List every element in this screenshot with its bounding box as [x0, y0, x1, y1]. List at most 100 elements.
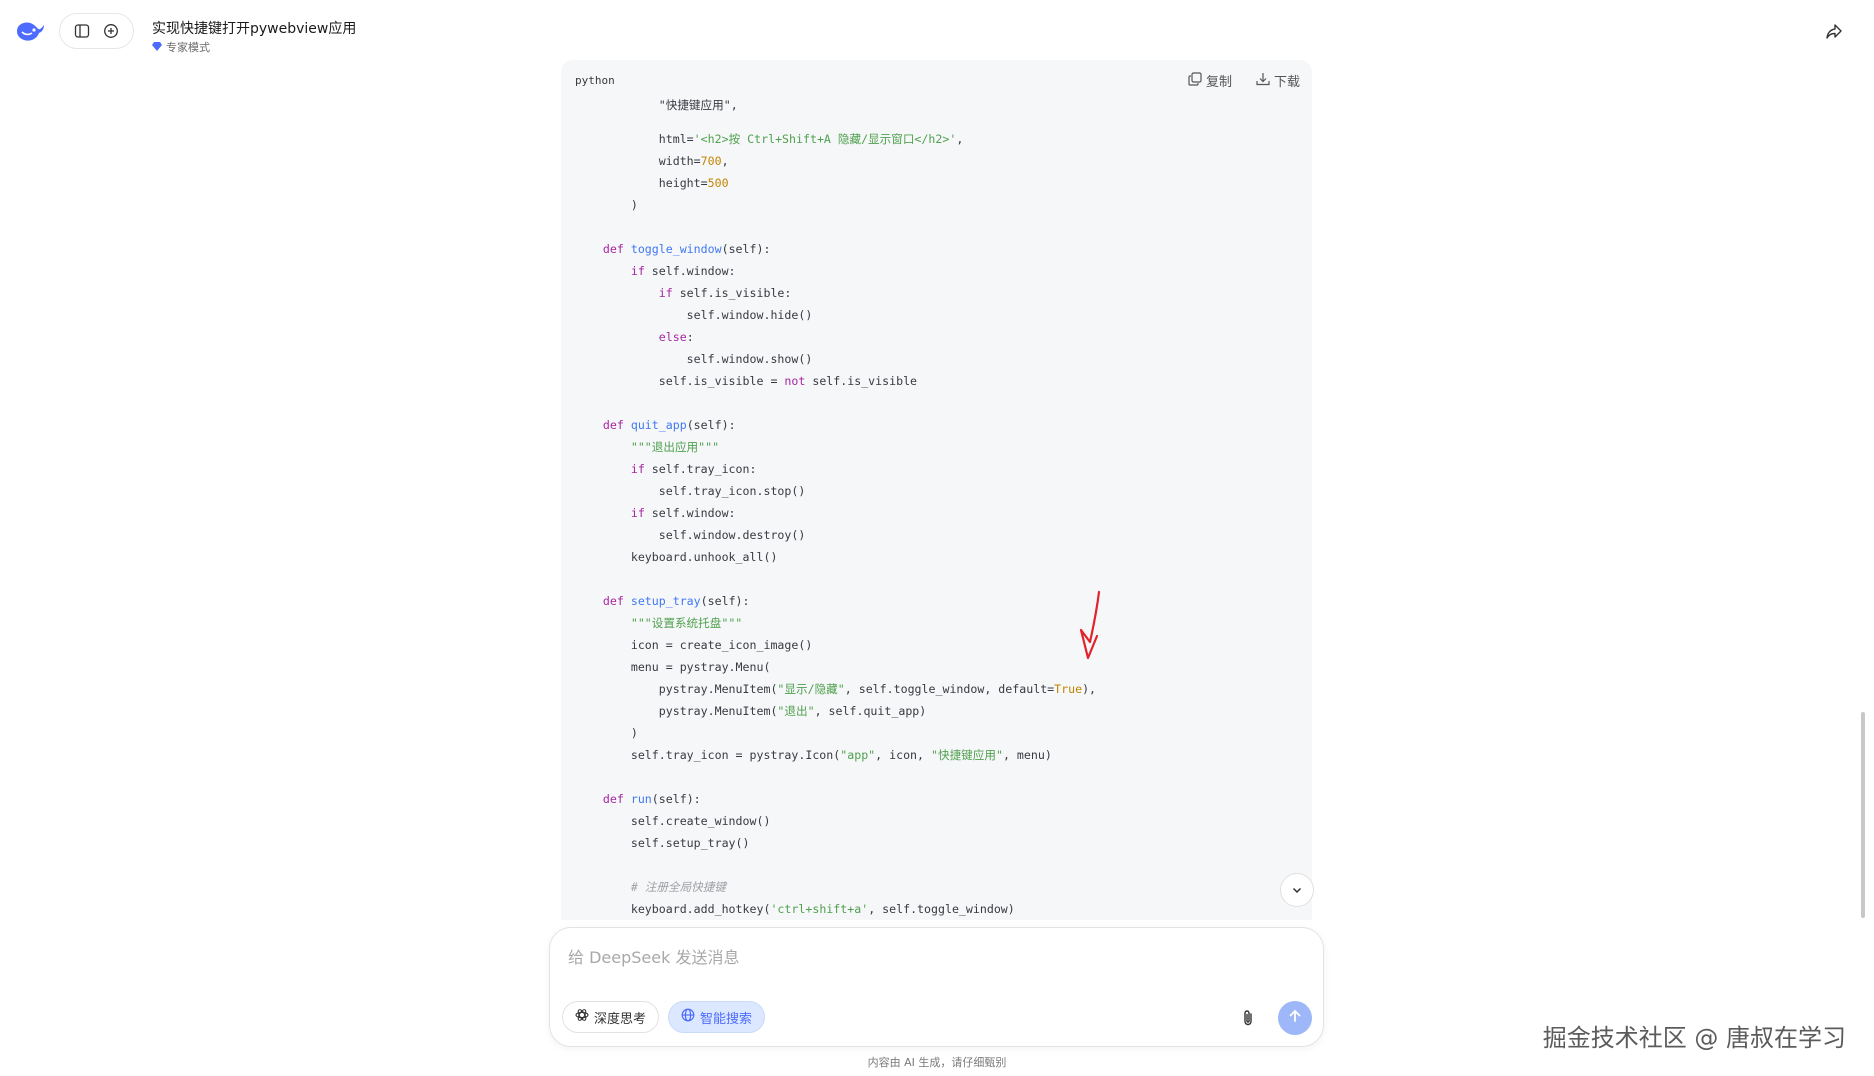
- code-line: self.create_window(): [575, 810, 771, 832]
- share-icon[interactable]: [1824, 22, 1844, 42]
- code-token: # 注册全局快捷键: [575, 880, 726, 894]
- code-line: html='<h2>按 Ctrl+Shift+A 隐藏/显示窗口</h2>',: [575, 128, 964, 150]
- code-line: self.window.destroy(): [575, 524, 806, 546]
- code-token: setup_tray: [630, 594, 701, 608]
- code-token: 'ctrl+shift+a': [770, 902, 869, 916]
- code-token: pystray.MenuItem(: [575, 704, 778, 718]
- code-token: def: [575, 792, 631, 806]
- code-line: self.tray_icon.stop(): [575, 480, 806, 502]
- code-token: else: [575, 330, 687, 344]
- mode-label: 专家模式: [166, 41, 210, 54]
- download-label: 下载: [1273, 75, 1300, 90]
- code-token: """设置系统托盘""": [575, 616, 743, 630]
- code-token: keyboard.add_hotkey(: [575, 902, 771, 916]
- code-line: """设置系统托盘""": [575, 612, 742, 634]
- code-token: 700: [700, 154, 722, 168]
- code-line: keyboard.add_hotkey('ctrl+shift+a', self…: [575, 898, 1015, 920]
- code-line: pystray.MenuItem("退出", self.quit_app): [575, 700, 927, 722]
- download-button[interactable]: 下载: [1256, 71, 1300, 90]
- code-token: (self):: [721, 242, 771, 256]
- code-token: "快捷键应用": [931, 748, 1003, 762]
- code-line: self.window.show(): [575, 348, 813, 370]
- code-token: "退出": [777, 704, 815, 718]
- deepseek-logo-icon[interactable]: [14, 17, 46, 45]
- code-token: self.window:: [651, 264, 736, 278]
- code-token: ): [575, 198, 638, 212]
- annotation-arrow-icon: [1079, 590, 1101, 660]
- web-search-toggle[interactable]: 智能搜索: [668, 1001, 766, 1033]
- code-language-label: python: [575, 74, 615, 87]
- mode-indicator: 专家模式: [152, 39, 210, 55]
- code-line: keyboard.unhook_all(): [575, 546, 778, 568]
- message-input[interactable]: [566, 942, 1310, 986]
- code-token: icon = create_icon_image(): [575, 638, 813, 652]
- copy-icon: [1188, 71, 1202, 90]
- code-token: '<h2>按 Ctrl+Shift+A 隐藏/显示窗口</h2>': [693, 132, 957, 146]
- code-token: self.window.destroy(): [575, 528, 806, 542]
- chat-title[interactable]: 实现快捷键打开pywebview应用: [152, 18, 356, 38]
- scroll-to-bottom-button[interactable]: [1280, 873, 1314, 907]
- code-token: self.tray_icon = pystray.Icon(: [575, 748, 841, 762]
- code-token: if: [575, 506, 652, 520]
- code-token: , menu): [1002, 748, 1052, 762]
- code-token: self.tray_icon.stop(): [575, 484, 806, 498]
- code-token: not: [784, 374, 806, 388]
- copy-button[interactable]: 复制: [1188, 71, 1232, 90]
- download-icon: [1256, 72, 1270, 90]
- code-token: ,: [721, 154, 729, 168]
- code-token: self.tray_icon:: [651, 462, 757, 476]
- sidebar-controls: [59, 13, 134, 49]
- code-line: def setup_tray(self):: [575, 590, 750, 612]
- code-line: "快捷键应用",: [575, 94, 738, 116]
- code-token: def: [575, 242, 631, 256]
- globe-icon: [681, 1008, 695, 1026]
- web-search-label: 智能搜索: [700, 1011, 753, 1027]
- code-token: , self.quit_app): [814, 704, 927, 718]
- sidebar-toggle-icon[interactable]: [72, 21, 92, 41]
- code-line: if self.is_visible:: [575, 282, 792, 304]
- code-token: 500: [707, 176, 729, 190]
- code-line: height=500: [575, 172, 729, 194]
- code-token: :: [686, 330, 694, 344]
- code-token: (self):: [651, 792, 701, 806]
- gem-icon: [152, 41, 162, 54]
- code-line: if self.tray_icon:: [575, 458, 757, 480]
- paperclip-icon[interactable]: [1238, 1008, 1258, 1028]
- code-token: run: [630, 792, 652, 806]
- send-button[interactable]: [1278, 1001, 1312, 1035]
- code-token: toggle_window: [630, 242, 722, 256]
- code-token: self.setup_tray(): [575, 836, 750, 850]
- code-line: pystray.MenuItem("显示/隐藏", self.toggle_wi…: [575, 678, 1096, 700]
- page-scrollbar[interactable]: [1861, 712, 1865, 918]
- code-token: , icon,: [875, 748, 931, 762]
- code-token: self.window.hide(): [575, 308, 813, 322]
- code-token: def: [575, 418, 631, 432]
- code-token: (self):: [700, 594, 750, 608]
- code-token: self.window.show(): [575, 352, 813, 366]
- code-token: self.is_visible: [805, 374, 918, 388]
- code-token: pystray.MenuItem(: [575, 682, 778, 696]
- code-token: if: [575, 264, 652, 278]
- code-token: (self):: [686, 418, 736, 432]
- code-token: "显示/隐藏": [777, 682, 845, 696]
- watermark: 掘金技术社区 @ 唐叔在学习: [1542, 1024, 1846, 1052]
- chevron-down-icon: [1291, 881, 1303, 900]
- deep-think-toggle[interactable]: 深度思考: [562, 1001, 660, 1033]
- message-composer: 深度思考 智能搜索: [549, 927, 1324, 1047]
- code-line: self.tray_icon = pystray.Icon("app", ico…: [575, 744, 1052, 766]
- new-chat-icon[interactable]: [101, 21, 121, 41]
- code-token: self.window:: [651, 506, 736, 520]
- code-token: ),: [1082, 682, 1097, 696]
- code-token: self.is_visible =: [575, 374, 785, 388]
- code-token: , self.toggle_window): [868, 902, 1015, 916]
- code-token: ): [575, 726, 638, 740]
- code-token: html=: [575, 132, 694, 146]
- deep-think-icon: [575, 1008, 589, 1026]
- code-token: if: [575, 286, 680, 300]
- code-token: self.is_visible:: [679, 286, 792, 300]
- code-line: ): [575, 194, 638, 216]
- code-token: keyboard.unhook_all(): [575, 550, 778, 564]
- code-token: width=: [575, 154, 701, 168]
- code-token: """退出应用""": [575, 440, 720, 454]
- code-line: icon = create_icon_image(): [575, 634, 813, 656]
